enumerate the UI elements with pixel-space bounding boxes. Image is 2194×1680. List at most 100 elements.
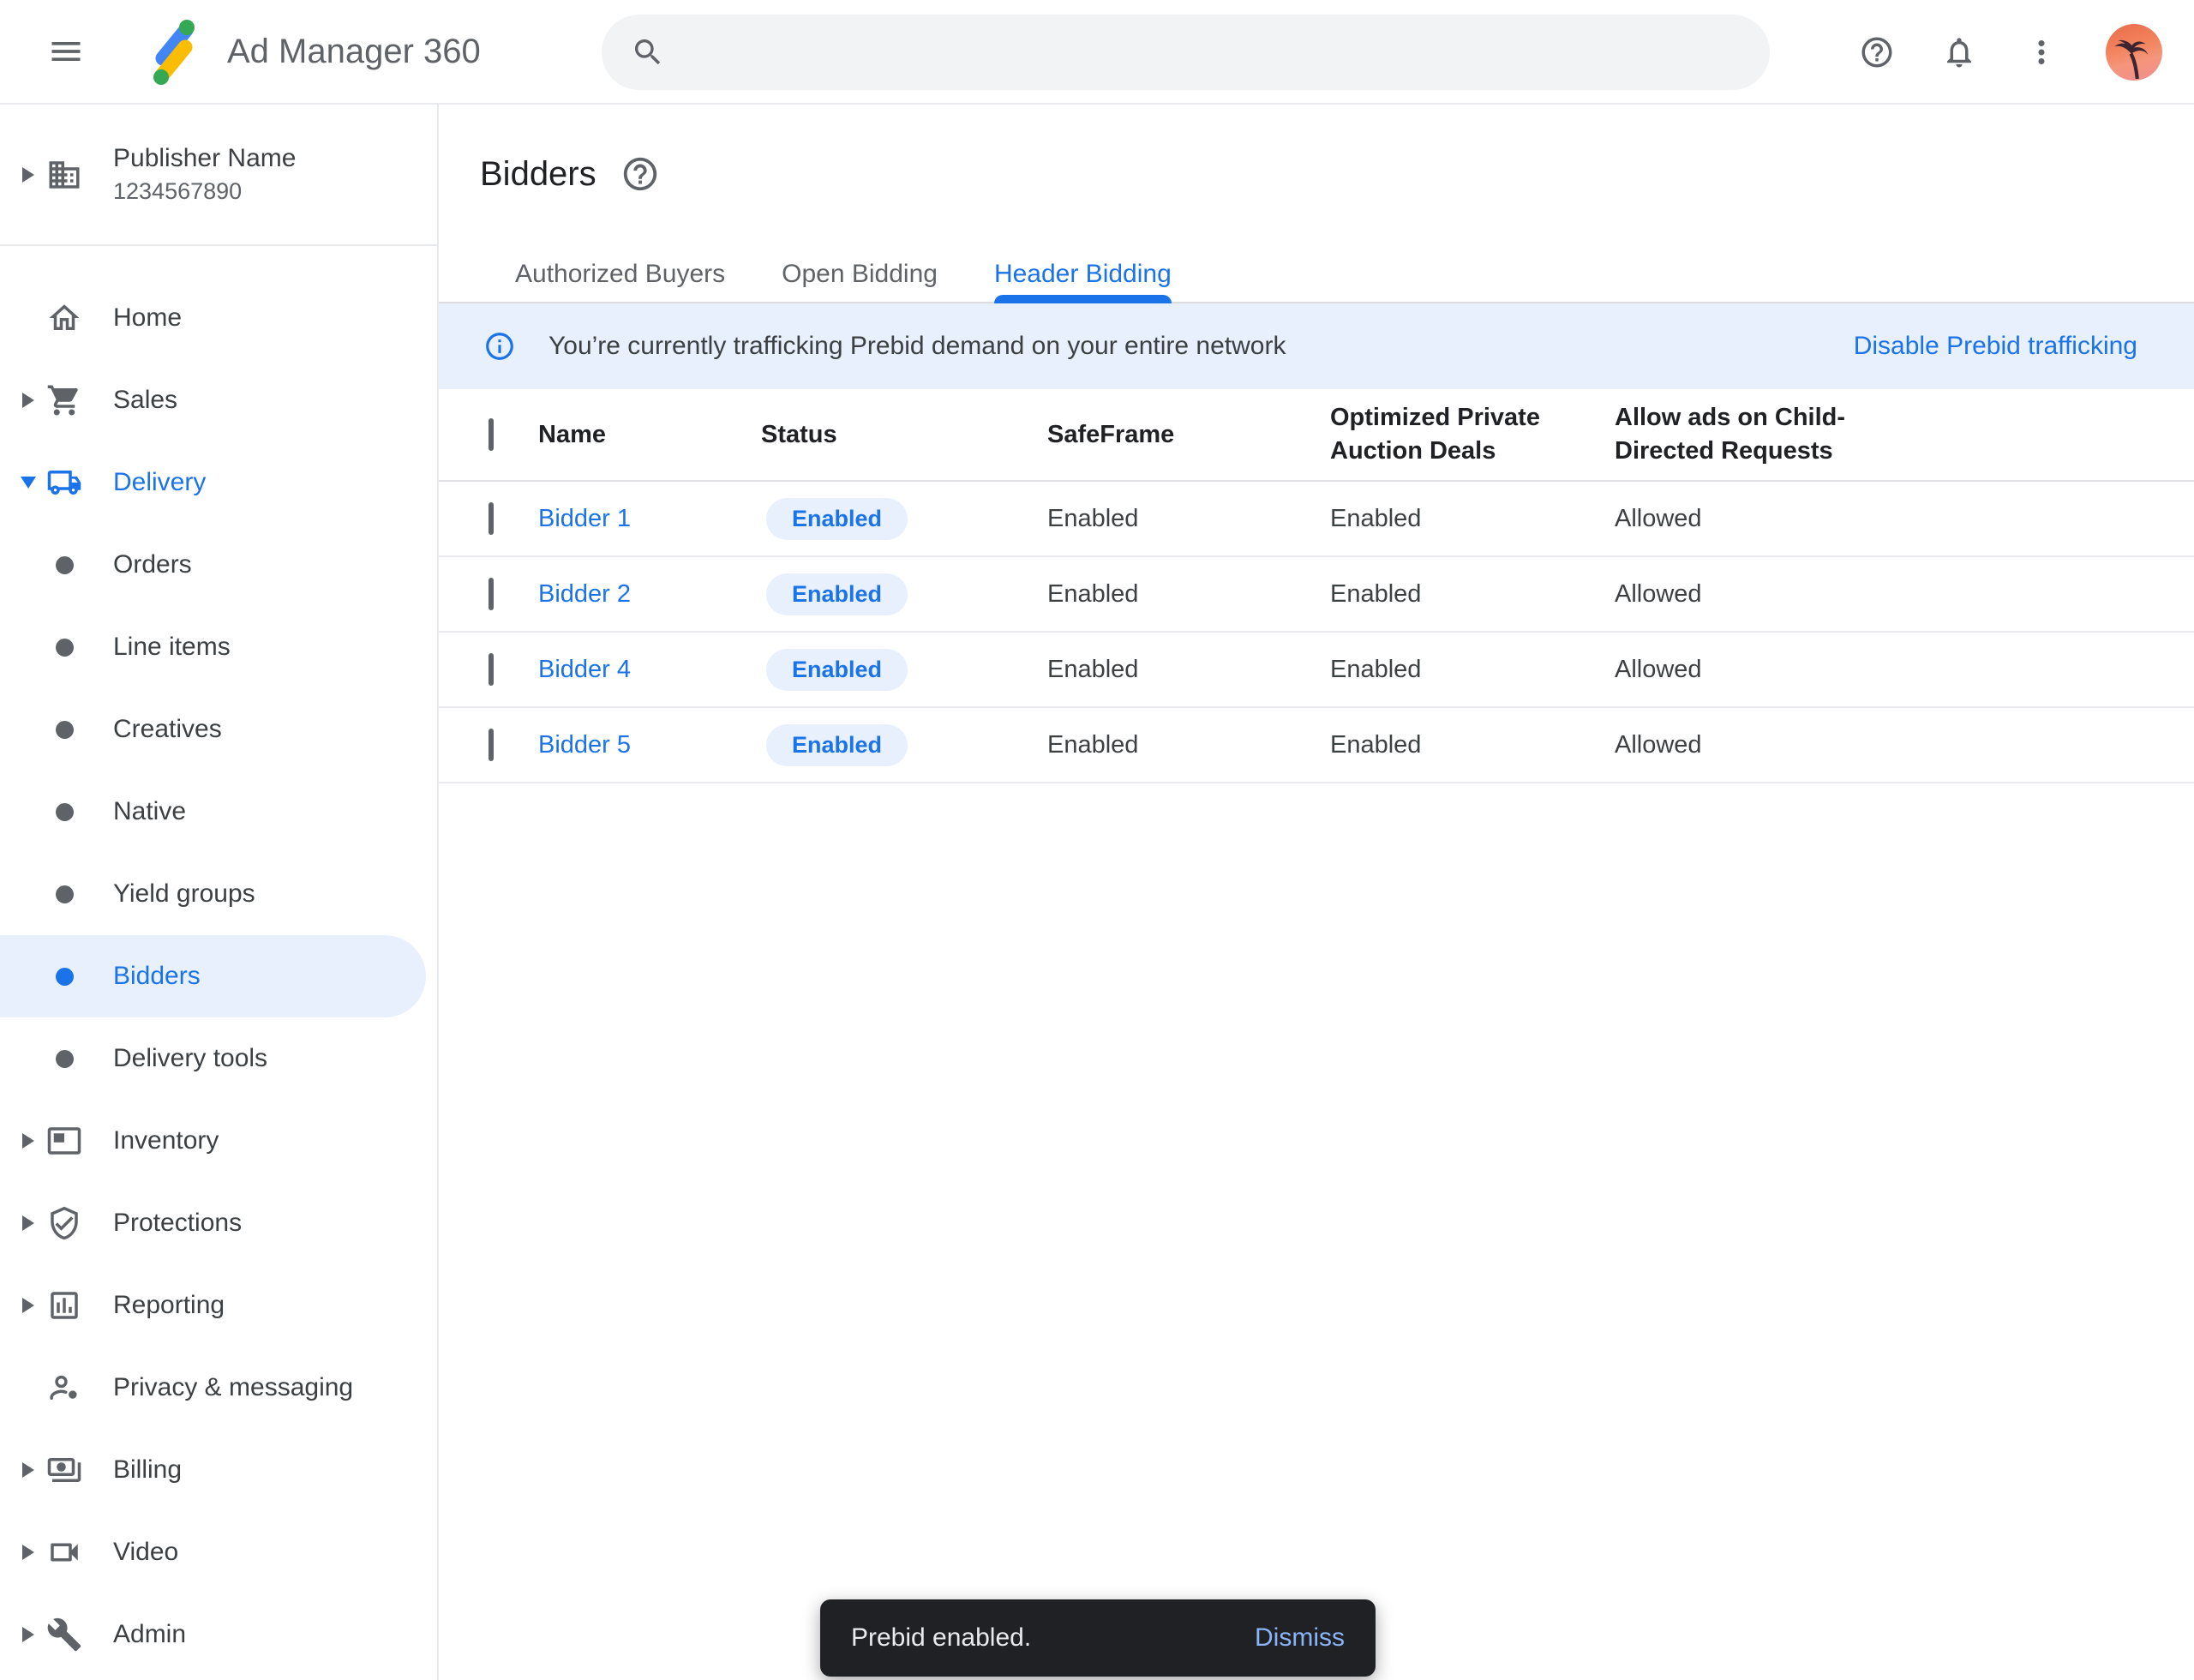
sidebar-item-line-items[interactable]: Line items [0, 606, 437, 688]
sidebar: Publisher Name 1234567890 Home Sales Del… [0, 105, 439, 1680]
table-row: Bidder 1 Enabled Enabled Enabled Allowed [439, 482, 2194, 557]
header-actions [1859, 0, 2162, 105]
sidebar-item-yield-groups[interactable]: Yield groups [0, 853, 437, 935]
status-badge: Enabled [766, 724, 908, 766]
page-title: Bidders [480, 155, 596, 194]
column-header-opt-deals: Optimized Private Auction Deals [1330, 401, 1596, 468]
sidebar-item-billing[interactable]: Billing [0, 1429, 437, 1511]
bullet-dot [56, 885, 74, 903]
sidebar-item-delivery[interactable]: Delivery [0, 441, 437, 524]
row-checkbox[interactable] [489, 653, 494, 686]
payments-icon [46, 1452, 82, 1488]
sidebar-item-protections[interactable]: Protections [0, 1182, 437, 1264]
sidebar-item-reporting[interactable]: Reporting [0, 1264, 437, 1347]
sidebar-nav: Home Sales Delivery Orders Line items [0, 246, 437, 1676]
tab-bar: Authorized Buyers Open Bidding Header Bi… [439, 247, 2194, 303]
help-icon[interactable] [1859, 34, 1895, 70]
more-vert-icon[interactable] [2023, 34, 2059, 70]
child-directed-cell: Allowed [1615, 731, 2194, 759]
sidebar-item-privacy-messaging[interactable]: Privacy & messaging [0, 1347, 437, 1429]
tab-header-bidding[interactable]: Header Bidding [966, 247, 1200, 302]
cart-icon [46, 382, 82, 418]
expand-arrow-icon [22, 393, 34, 408]
safeframe-cell: Enabled [1047, 656, 1330, 684]
bullet-dot [56, 639, 74, 657]
expand-arrow-icon [22, 167, 34, 183]
app-title: Ad Manager 360 [227, 33, 481, 71]
info-icon [483, 330, 516, 363]
snackbar-toast: Prebid enabled. Dismiss [820, 1599, 1376, 1677]
select-all-checkbox[interactable] [489, 418, 494, 451]
table-row: Bidder 2 Enabled Enabled Enabled Allowed [439, 557, 2194, 633]
tab-authorized-buyers[interactable]: Authorized Buyers [487, 247, 753, 302]
tab-open-bidding[interactable]: Open Bidding [753, 247, 966, 302]
expand-arrow-icon [22, 1215, 34, 1231]
row-checkbox[interactable] [489, 578, 494, 610]
bullet-dot [56, 721, 74, 739]
sidebar-item-video[interactable]: Video [0, 1511, 437, 1593]
publisher-id: 1234567890 [113, 178, 296, 205]
sidebar-item-orders[interactable]: Orders [0, 524, 437, 606]
column-header-safeframe: SafeFrame [1047, 421, 1330, 449]
dismiss-button[interactable]: Dismiss [1255, 1623, 1345, 1653]
opt-deals-cell: Enabled [1330, 580, 1615, 609]
toast-message: Prebid enabled. [851, 1623, 1031, 1653]
column-header-status: Status [761, 421, 1047, 449]
sidebar-item-bidders[interactable]: Bidders [0, 935, 426, 1017]
search-input[interactable] [686, 27, 1770, 78]
expand-arrow-icon [22, 1133, 34, 1149]
bullet-dot [56, 803, 74, 821]
person-badge-icon [46, 1370, 82, 1406]
bidder-link[interactable]: Bidder 1 [538, 505, 761, 533]
expand-arrow-icon [22, 1627, 34, 1642]
disable-prebid-link[interactable]: Disable Prebid trafficking [1854, 332, 2137, 361]
hamburger-menu-icon[interactable] [47, 33, 85, 70]
sidebar-item-delivery-tools[interactable]: Delivery tools [0, 1017, 437, 1100]
app-header: Ad Manager 360 [0, 0, 2194, 105]
safeframe-cell: Enabled [1047, 731, 1330, 759]
row-checkbox[interactable] [489, 729, 494, 761]
safeframe-cell: Enabled [1047, 580, 1330, 609]
notifications-icon[interactable] [1941, 34, 1977, 70]
ad-manager-logo [138, 15, 210, 87]
home-icon [46, 300, 82, 336]
sidebar-item-inventory[interactable]: Inventory [0, 1100, 437, 1182]
publisher-switcher[interactable]: Publisher Name 1234567890 [0, 105, 437, 246]
ad-unit-icon [46, 1123, 82, 1159]
status-badge: Enabled [766, 573, 908, 615]
status-badge: Enabled [766, 649, 908, 691]
safeframe-cell: Enabled [1047, 505, 1330, 533]
bidder-link[interactable]: Bidder 5 [538, 731, 761, 759]
search-icon [631, 35, 665, 69]
help-icon[interactable] [620, 154, 660, 194]
sidebar-item-creatives[interactable]: Creatives [0, 688, 437, 771]
search-bar[interactable] [602, 15, 1770, 90]
row-checkbox[interactable] [489, 502, 494, 535]
table-header: Name Status SafeFrame Optimized Private … [439, 389, 2194, 482]
status-badge: Enabled [766, 498, 908, 540]
main-content: Bidders Authorized Buyers Open Bidding H… [439, 105, 2194, 1680]
bullet-dot [56, 556, 74, 574]
sidebar-item-home[interactable]: Home [0, 277, 437, 359]
videocam-icon [46, 1534, 82, 1570]
bidder-link[interactable]: Bidder 4 [538, 656, 761, 684]
table-row: Bidder 5 Enabled Enabled Enabled Allowed [439, 708, 2194, 783]
banner-message: You’re currently trafficking Prebid dema… [548, 332, 1286, 361]
avatar[interactable] [2106, 24, 2162, 81]
table-row: Bidder 4 Enabled Enabled Enabled Allowed [439, 633, 2194, 708]
prebid-banner: You’re currently trafficking Prebid dema… [439, 303, 2194, 389]
opt-deals-cell: Enabled [1330, 656, 1615, 684]
column-header-name: Name [538, 421, 761, 449]
sidebar-item-sales[interactable]: Sales [0, 359, 437, 441]
palm-tree-icon [2111, 31, 2159, 79]
sidebar-item-native[interactable]: Native [0, 771, 437, 853]
shield-check-icon [46, 1205, 82, 1241]
bidder-link[interactable]: Bidder 2 [538, 580, 761, 609]
child-directed-cell: Allowed [1615, 505, 2194, 533]
child-directed-cell: Allowed [1615, 580, 2194, 609]
building-icon [46, 157, 82, 193]
expand-arrow-icon [22, 1298, 34, 1313]
wrench-icon [46, 1617, 82, 1653]
sidebar-item-admin[interactable]: Admin [0, 1593, 437, 1676]
expand-arrow-icon [22, 1545, 34, 1560]
